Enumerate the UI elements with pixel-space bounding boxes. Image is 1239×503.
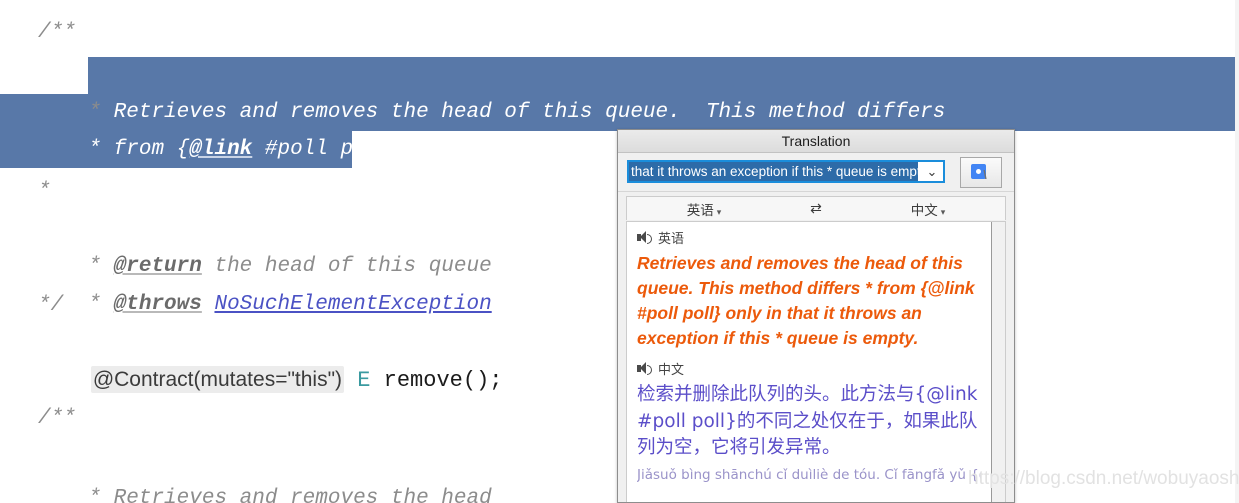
translate-button[interactable]: \ xyxy=(960,157,1002,188)
language-selector-bar: 英语 ▾ ⇄ 中文 ▾ xyxy=(626,196,1006,220)
editor-line-from-link: * from {@link #poll poll} only in that i… xyxy=(38,94,958,161)
target-language-selector[interactable]: 中文 ▾ xyxy=(851,199,1005,219)
editor-scrollbar[interactable] xyxy=(1235,0,1239,503)
editor-line-comment-open-2: /** xyxy=(38,407,76,430)
editor-line-or-returns: * or returns {@code null} if this xyxy=(38,481,504,503)
source-section-header: 英语 xyxy=(637,228,981,247)
speaker-icon[interactable] xyxy=(637,231,652,244)
editor-line-return: * @return the head of this queue xyxy=(38,211,491,278)
editor-line-blank-comment: * xyxy=(38,180,51,203)
contract-inlay-hint[interactable]: @Contract(mutates="this") xyxy=(90,366,345,393)
translation-dialog[interactable]: Translation that it throws an exception … xyxy=(617,129,1015,503)
dialog-title-bar[interactable]: Translation xyxy=(618,130,1014,153)
translation-result-panel: 英语 Retrieves and removes the head of thi… xyxy=(626,221,1006,502)
source-translation-text: Retrieves and removes the head of this q… xyxy=(637,253,975,348)
dialog-title: Translation xyxy=(781,133,851,149)
target-language-label: 中文 xyxy=(910,202,938,218)
editor-line-method-signature: @Contract(mutates="this") E remove(); xyxy=(38,324,502,393)
source-text-input[interactable]: that it throws an exception if this * qu… xyxy=(627,160,945,183)
return-type: E xyxy=(344,368,371,393)
swap-languages-button[interactable]: ⇄ xyxy=(781,200,851,217)
method-declaration: remove(); xyxy=(370,368,503,393)
javadoc-throws-tag[interactable]: @throws xyxy=(114,293,202,316)
speaker-icon[interactable] xyxy=(637,362,652,375)
target-translation-text: 检索并删除此队列的头。此方法与{@link #poll poll}的不同之处仅在… xyxy=(637,384,978,458)
swap-arrows-icon: ⇄ xyxy=(810,200,822,216)
dialog-toolbar: that it throws an exception if this * qu… xyxy=(618,153,1014,192)
editor-line-comment-close: */ xyxy=(38,294,64,317)
comment-asterisk: * xyxy=(88,293,114,316)
selected-text-line4: queue is empty. xyxy=(113,175,303,198)
chevron-down-icon[interactable]: ⌄ xyxy=(921,163,943,180)
exception-type-link[interactable]: NoSuchElementException xyxy=(214,293,491,316)
chevron-down-icon: ▾ xyxy=(716,206,722,217)
pinyin-transliteration: Jiǎsuǒ bìng shānchú cǐ duìliè de tóu. Cǐ… xyxy=(637,466,981,483)
chevron-down-icon: ▾ xyxy=(940,206,946,217)
comment-asterisk: * xyxy=(88,175,114,198)
editor-line-throws: * @throws NoSuchElementException xyxy=(38,249,491,316)
source-language-selector[interactable]: 英语 ▾ xyxy=(627,199,781,219)
source-text-input-value[interactable]: that it throws an exception if this * qu… xyxy=(629,162,918,181)
target-section-language: 中文 xyxy=(658,362,685,377)
result-scrollbar[interactable] xyxy=(991,222,1005,502)
editor-line-retrieves-2: * Retrieves and removes the head xyxy=(38,443,491,503)
translation-result-content: 英语 Retrieves and removes the head of thi… xyxy=(627,222,991,502)
source-section-language: 英语 xyxy=(658,231,685,246)
editor-line-queue-empty: * queue is empty. xyxy=(38,131,302,198)
editor-line-retrieves: * Retrieves and removes the head of this… xyxy=(38,57,945,124)
source-language-label: 英语 xyxy=(686,202,714,218)
target-section-header: 中文 xyxy=(637,359,981,378)
editor-line-comment-open: /** xyxy=(38,21,76,44)
google-translate-icon: \ xyxy=(971,163,991,182)
